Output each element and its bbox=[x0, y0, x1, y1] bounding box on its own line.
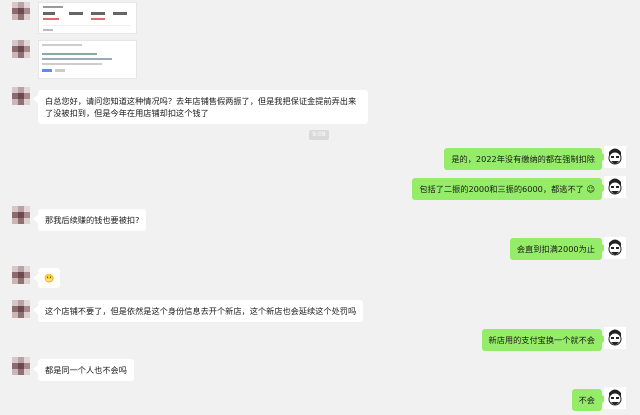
message-bubble[interactable]: 包括了二振的2000和三振的6000，都逃不了 😉 bbox=[412, 178, 602, 200]
message-text: 白总您好，请问您知道这种情况吗？去年店铺售假两振了，但是我把保证金提前弄出来了没… bbox=[45, 96, 357, 118]
message-text: 新店用的支付宝换一个就不会 bbox=[488, 335, 595, 345]
message-text: 不会 bbox=[578, 395, 595, 405]
avatar[interactable] bbox=[604, 387, 626, 409]
avatar[interactable] bbox=[12, 2, 35, 25]
message-bubble[interactable]: 😬 bbox=[38, 268, 61, 288]
timestamp: 9:08 bbox=[309, 130, 329, 140]
screenshot-thumbnail bbox=[42, 44, 112, 72]
image-message[interactable] bbox=[38, 2, 137, 34]
message-bubble[interactable]: 是的，2022年没有缴纳的都在强制扣除 bbox=[444, 148, 602, 170]
message-text: 是的，2022年没有缴纳的都在强制扣除 bbox=[451, 154, 595, 164]
avatar[interactable] bbox=[12, 206, 35, 229]
message-bubble[interactable]: 新店用的支付宝换一个就不会 bbox=[481, 329, 602, 351]
message-bubble[interactable]: 白总您好，请问您知道这种情况吗？去年店铺售假两振了，但是我把保证金提前弄出来了没… bbox=[38, 90, 368, 124]
message-text: 包括了二振的2000和三振的6000，都逃不了 bbox=[419, 184, 584, 194]
image-message[interactable] bbox=[38, 40, 137, 79]
message-bubble[interactable]: 这个店铺不要了，但是依然是这个身份信息去开个新店，这个新店也会延续这个处罚吗 bbox=[38, 300, 364, 322]
avatar[interactable] bbox=[12, 40, 35, 63]
message-bubble[interactable]: 不会 bbox=[571, 389, 602, 411]
message-text: 这个店铺不要了，但是依然是这个身份信息去开个新店，这个新店也会延续这个处罚吗 bbox=[45, 306, 357, 316]
avatar[interactable] bbox=[12, 266, 35, 289]
avatar[interactable] bbox=[604, 327, 626, 349]
avatar[interactable] bbox=[12, 357, 35, 380]
grimace-emoji-icon: 😬 bbox=[44, 273, 55, 283]
message-text: 会直到扣满2000为止 bbox=[516, 244, 595, 254]
avatar[interactable] bbox=[12, 300, 35, 323]
screenshot-thumbnail bbox=[43, 6, 131, 31]
avatar[interactable] bbox=[604, 146, 626, 168]
avatar[interactable] bbox=[604, 237, 626, 259]
message-bubble[interactable]: 会直到扣满2000为止 bbox=[509, 238, 602, 260]
message-bubble[interactable]: 那我后续赚的钱也要被扣? bbox=[38, 209, 147, 231]
wink-emoji-icon: 😉 bbox=[586, 184, 595, 194]
message-text: 那我后续赚的钱也要被扣? bbox=[45, 215, 140, 225]
message-text: 都是同一个人也不会吗 bbox=[45, 365, 127, 375]
avatar[interactable] bbox=[604, 176, 626, 198]
message-bubble[interactable]: 都是同一个人也不会吗 bbox=[38, 359, 134, 381]
avatar[interactable] bbox=[12, 87, 35, 110]
